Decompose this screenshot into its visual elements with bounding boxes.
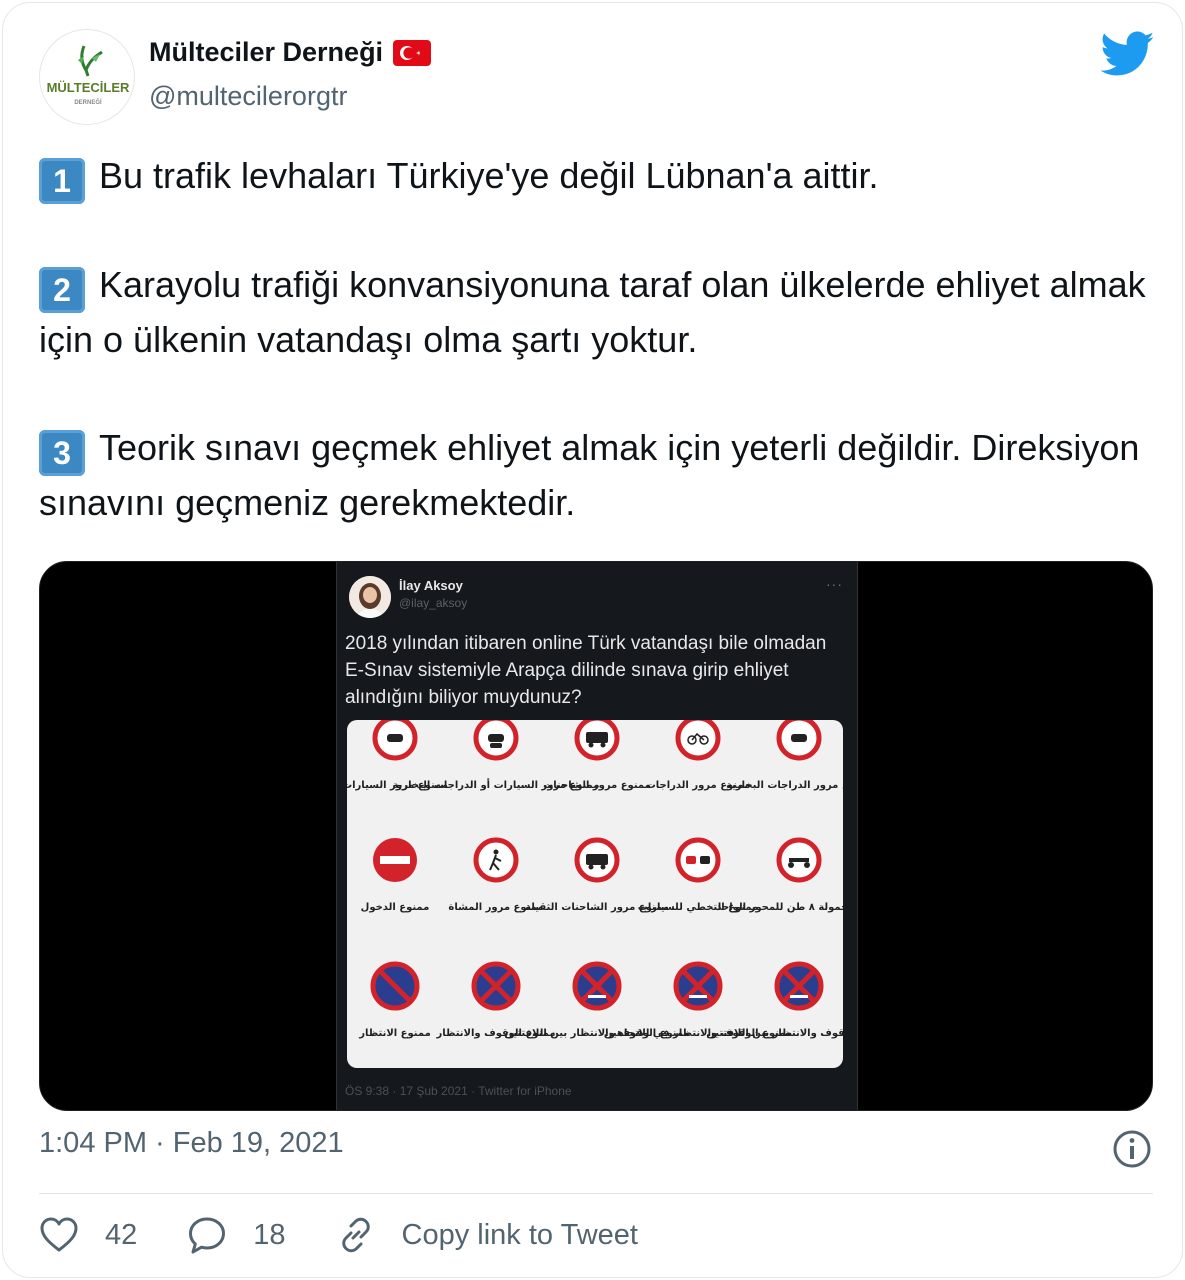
- reply-bubble-icon: [189, 1217, 226, 1254]
- embedded-tweet-text: 2018 yılından itibaren online Türk vatan…: [345, 633, 827, 708]
- tweet-media-image[interactable]: İlay Aksoy @ilay_aksoy ··· 2018 yılından…: [39, 561, 1153, 1111]
- divider: [39, 1193, 1153, 1194]
- traffic-sign-label: أقصى حمولة ٨ طن للمحور الواحد: [716, 900, 843, 913]
- author-handle[interactable]: @multecilerorgtr: [149, 81, 347, 112]
- like-count: 42: [105, 1218, 138, 1251]
- tweet-paragraph-2: 2 Karayolu trafiği konvansiyonuna taraf o…: [39, 258, 1154, 367]
- author-name-text[interactable]: Mülteciler Derneği: [149, 37, 383, 68]
- traffic-sign-axle-icon: أقصى حمولة ٨ طن للمحور الواحد: [716, 837, 882, 913]
- embedded-avatar: [349, 576, 391, 618]
- traffic-sign-moto-icon: ممنوع مرور الدراجات البخارية: [726, 715, 872, 791]
- more-options-icon: ···: [826, 576, 843, 592]
- reply-count: 18: [253, 1218, 286, 1251]
- copy-link-button[interactable]: Copy link to Tweet: [336, 1215, 638, 1255]
- keycap-2-icon: 2: [39, 267, 85, 313]
- traffic-sign-truck-icon: ممنوع مرور الشاحنات: [543, 715, 651, 791]
- tweet-body: 1 Bu trafik levhaları Türkiye'ye değil Lü…: [39, 149, 1154, 584]
- tweet-timestamp[interactable]: 1:04 PM · Feb 19, 2021: [39, 1127, 344, 1160]
- like-button[interactable]: 42: [39, 1216, 187, 1254]
- tweet-card: MÜLTECİLER DERNEĞİ Mülteciler Derneği @m…: [2, 2, 1183, 1278]
- twitter-bird-icon[interactable]: [1101, 31, 1155, 77]
- tweet-actions: 42 18 Copy link to Tweet: [39, 1207, 638, 1263]
- copy-link-label: Copy link to Tweet: [401, 1218, 638, 1251]
- info-icon[interactable]: [1112, 1129, 1152, 1169]
- traffic-sign-no-parking-icon: ممنوع الانتظار: [358, 961, 431, 1039]
- embedded-author-name: İlay Aksoy: [399, 578, 463, 593]
- link-icon: [341, 1217, 370, 1253]
- traffic-sign-no-stop-left-icon: ممنوع الوقوف والانتظار بين اللافتتين: [706, 961, 892, 1039]
- paragraph-1-text: Bu trafik levhaları Türkiye'ye değil Lüb…: [99, 155, 879, 196]
- traffic-signs-panel: ممنوع مرور السيارات ممنوع مرور السيارات أ…: [342, 715, 892, 1068]
- traffic-sign-label: ممنوع الوقوف والانتظار بين اللافتتين: [706, 1028, 843, 1039]
- author-avatar[interactable]: MÜLTECİLER DERNEĞİ: [39, 29, 135, 125]
- embedded-author-handle: @ilay_aksoy: [399, 596, 468, 610]
- author-name[interactable]: Mülteciler Derneği: [149, 37, 432, 68]
- keycap-3-icon: 3: [39, 430, 85, 476]
- paragraph-2-text: Karayolu trafiği konvansiyonuna taraf ol…: [39, 264, 1146, 360]
- keycap-1-icon: 1: [39, 158, 85, 204]
- avatar-logo-subtext: DERNEĞİ: [74, 98, 102, 106]
- tweet-paragraph-3: 3 Teorik sınavı geçmek ehliyet almak için…: [39, 421, 1154, 530]
- avatar-logo-text: MÜLTECİLER: [47, 80, 130, 95]
- embedded-tweet-footer: ÖS 9:38 · 17 Şub 2021 · Twitter for iPho…: [345, 1084, 572, 1098]
- tweet-paragraph-1: 1 Bu trafik levhaları Türkiye'ye değil Lü…: [39, 149, 1154, 204]
- traffic-sign-label: ممنوع مرور الدراجات البخارية: [726, 780, 843, 791]
- traffic-sign-no-entry-icon: ممنوع الدخول: [361, 838, 430, 913]
- embedded-tweet-screenshot: İlay Aksoy @ilay_aksoy ··· 2018 yılından…: [336, 562, 892, 1110]
- reply-button[interactable]: 18: [187, 1215, 335, 1255]
- paragraph-3-text: Teorik sınavı geçmek ehliyet almak için …: [39, 427, 1140, 523]
- traffic-sign-label: ممنوع مرور الشاحنات: [543, 780, 651, 791]
- turkey-flag-icon: [393, 39, 432, 66]
- traffic-signs-grid: ممنوع مرور السياراتممنوع مرور السيارات أ…: [342, 715, 892, 1039]
- traffic-sign-label: ممنوع الانتظار: [358, 1028, 431, 1039]
- traffic-sign-label: ممنوع الدخول: [361, 902, 430, 913]
- heart-icon: [40, 1217, 78, 1252]
